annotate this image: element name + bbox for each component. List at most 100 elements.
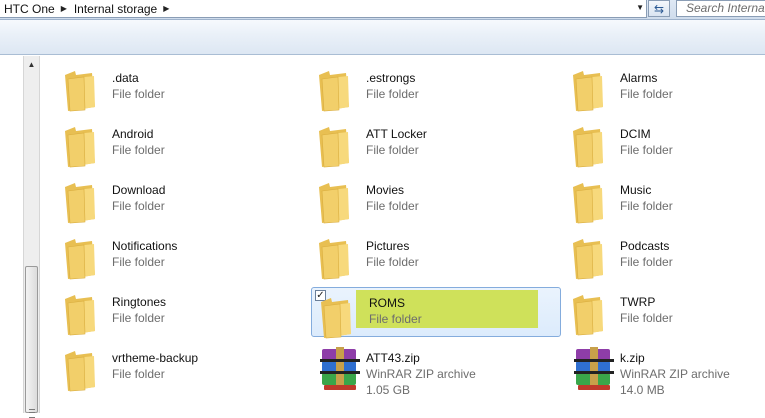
item-labels-highlighted: ROMS File folder — [356, 290, 538, 328]
list-item[interactable]: Music File folder — [568, 175, 765, 225]
folder-icon — [65, 71, 95, 112]
folder-icon — [65, 295, 95, 336]
file-type: File folder — [366, 87, 419, 101]
list-item[interactable]: ATT43.zip WinRAR ZIP archive 1.05 GB — [314, 343, 564, 399]
file-type: File folder — [112, 87, 165, 101]
folder-icon — [65, 127, 95, 168]
chevron-right-icon[interactable]: ▶ — [160, 4, 172, 13]
list-item[interactable]: Ringtones File folder — [60, 287, 310, 337]
folder-icon — [319, 183, 349, 224]
item-labels: ATT Locker File folder — [366, 126, 427, 158]
file-type: WinRAR ZIP archive — [620, 367, 730, 381]
list-item[interactable]: vrtheme-backup File folder — [60, 343, 310, 393]
file-type: File folder — [620, 87, 673, 101]
item-labels: Ringtones File folder — [112, 294, 166, 326]
file-type: File folder — [112, 367, 165, 381]
address-dropdown-icon[interactable]: ▼ — [636, 3, 644, 12]
item-labels: .data File folder — [112, 70, 165, 102]
item-labels: k.zip WinRAR ZIP archive 14.0 MB — [620, 350, 730, 398]
file-type: File folder — [366, 143, 419, 157]
file-name: Android — [112, 127, 154, 141]
file-name: k.zip — [620, 351, 645, 365]
item-labels: Alarms File folder — [620, 70, 673, 102]
file-name: ROMS — [369, 296, 405, 310]
file-name: Download — [112, 183, 166, 197]
breadcrumb-item-internal-storage[interactable]: Internal storage — [70, 2, 160, 16]
list-item[interactable]: Podcasts File folder — [568, 231, 765, 281]
command-toolbar — [0, 20, 765, 55]
folder-icon — [319, 239, 349, 280]
folder-icon — [65, 183, 95, 224]
file-name: Movies — [366, 183, 405, 197]
chevron-right-icon[interactable]: ▶ — [58, 4, 70, 13]
folder-icon — [319, 127, 349, 168]
navigation-pane-scrollbar[interactable]: ▲ — [23, 56, 40, 418]
file-name: Pictures — [366, 239, 410, 253]
folder-icon — [573, 127, 603, 168]
list-item[interactable]: Alarms File folder — [568, 63, 765, 113]
list-item[interactable]: DCIM File folder — [568, 119, 765, 169]
file-type: File folder — [620, 311, 673, 325]
file-type: File folder — [620, 255, 673, 269]
file-name: Notifications — [112, 239, 178, 253]
file-name: Ringtones — [112, 295, 167, 309]
list-item[interactable]: Movies File folder — [314, 175, 564, 225]
list-item[interactable]: TWRP File folder — [568, 287, 765, 337]
item-labels: vrtheme-backup File folder — [112, 350, 198, 382]
list-item[interactable]: Notifications File folder — [60, 231, 310, 281]
item-labels: Music File folder — [620, 182, 673, 214]
address-bar: HTC One ▶ Internal storage ▶ ▼ ⇆ Search … — [0, 0, 765, 20]
breadcrumb-item-htc-one[interactable]: HTC One — [0, 2, 58, 16]
file-name: .estrongs — [366, 71, 416, 85]
file-size: 1.05 GB — [366, 383, 411, 397]
file-type: File folder — [620, 199, 673, 213]
grip-icon — [29, 409, 35, 418]
list-item[interactable]: .data File folder — [60, 63, 310, 113]
file-type: File folder — [366, 255, 419, 269]
item-labels: TWRP File folder — [620, 294, 673, 326]
refresh-icon: ⇆ — [653, 1, 665, 16]
winrar-zip-icon — [574, 347, 614, 390]
file-name: ATT43.zip — [366, 351, 420, 365]
file-name: DCIM — [620, 127, 651, 141]
folder-icon — [573, 295, 603, 336]
item-labels: Android File folder — [112, 126, 165, 158]
item-labels: .estrongs File folder — [366, 70, 419, 102]
file-type: File folder — [112, 143, 165, 157]
folder-icon — [65, 351, 95, 392]
file-type: File folder — [369, 312, 422, 326]
file-type: File folder — [112, 311, 165, 325]
file-name: .data — [112, 71, 139, 85]
scrollbar-thumb[interactable] — [25, 266, 38, 418]
search-input[interactable]: Search Internal storage — [676, 0, 765, 17]
breadcrumb[interactable]: HTC One ▶ Internal storage ▶ ▼ — [0, 0, 647, 18]
list-item[interactable]: Download File folder — [60, 175, 310, 225]
item-labels: Movies File folder — [366, 182, 419, 214]
refresh-button[interactable]: ⇆ — [648, 0, 670, 17]
file-name: TWRP — [620, 295, 656, 309]
item-labels: DCIM File folder — [620, 126, 673, 158]
list-item[interactable]: ATT Locker File folder — [314, 119, 564, 169]
file-type: File folder — [112, 199, 165, 213]
list-item[interactable]: k.zip WinRAR ZIP archive 14.0 MB — [568, 343, 765, 399]
list-item[interactable]: .estrongs File folder — [314, 63, 564, 113]
file-size: 14.0 MB — [620, 383, 665, 397]
file-name: Music — [620, 183, 652, 197]
file-type: WinRAR ZIP archive — [366, 367, 476, 381]
file-type: File folder — [620, 143, 673, 157]
folder-icon — [65, 239, 95, 280]
file-name: vrtheme-backup — [112, 351, 199, 365]
winrar-zip-icon — [320, 347, 360, 390]
list-item-selected[interactable]: ✓ ROMS File folder — [311, 287, 561, 339]
item-labels: Pictures File folder — [366, 238, 419, 270]
file-name: ATT Locker — [366, 127, 427, 141]
folder-icon — [573, 239, 603, 280]
list-item[interactable]: Android File folder — [60, 119, 310, 169]
list-item[interactable]: Pictures File folder — [314, 231, 564, 281]
file-type: File folder — [112, 255, 165, 269]
item-labels: ATT43.zip WinRAR ZIP archive 1.05 GB — [366, 350, 476, 398]
folder-icon — [319, 71, 349, 112]
item-labels: Download File folder — [112, 182, 165, 214]
scroll-up-arrow-icon[interactable]: ▲ — [24, 58, 39, 72]
file-name: Podcasts — [620, 239, 670, 253]
